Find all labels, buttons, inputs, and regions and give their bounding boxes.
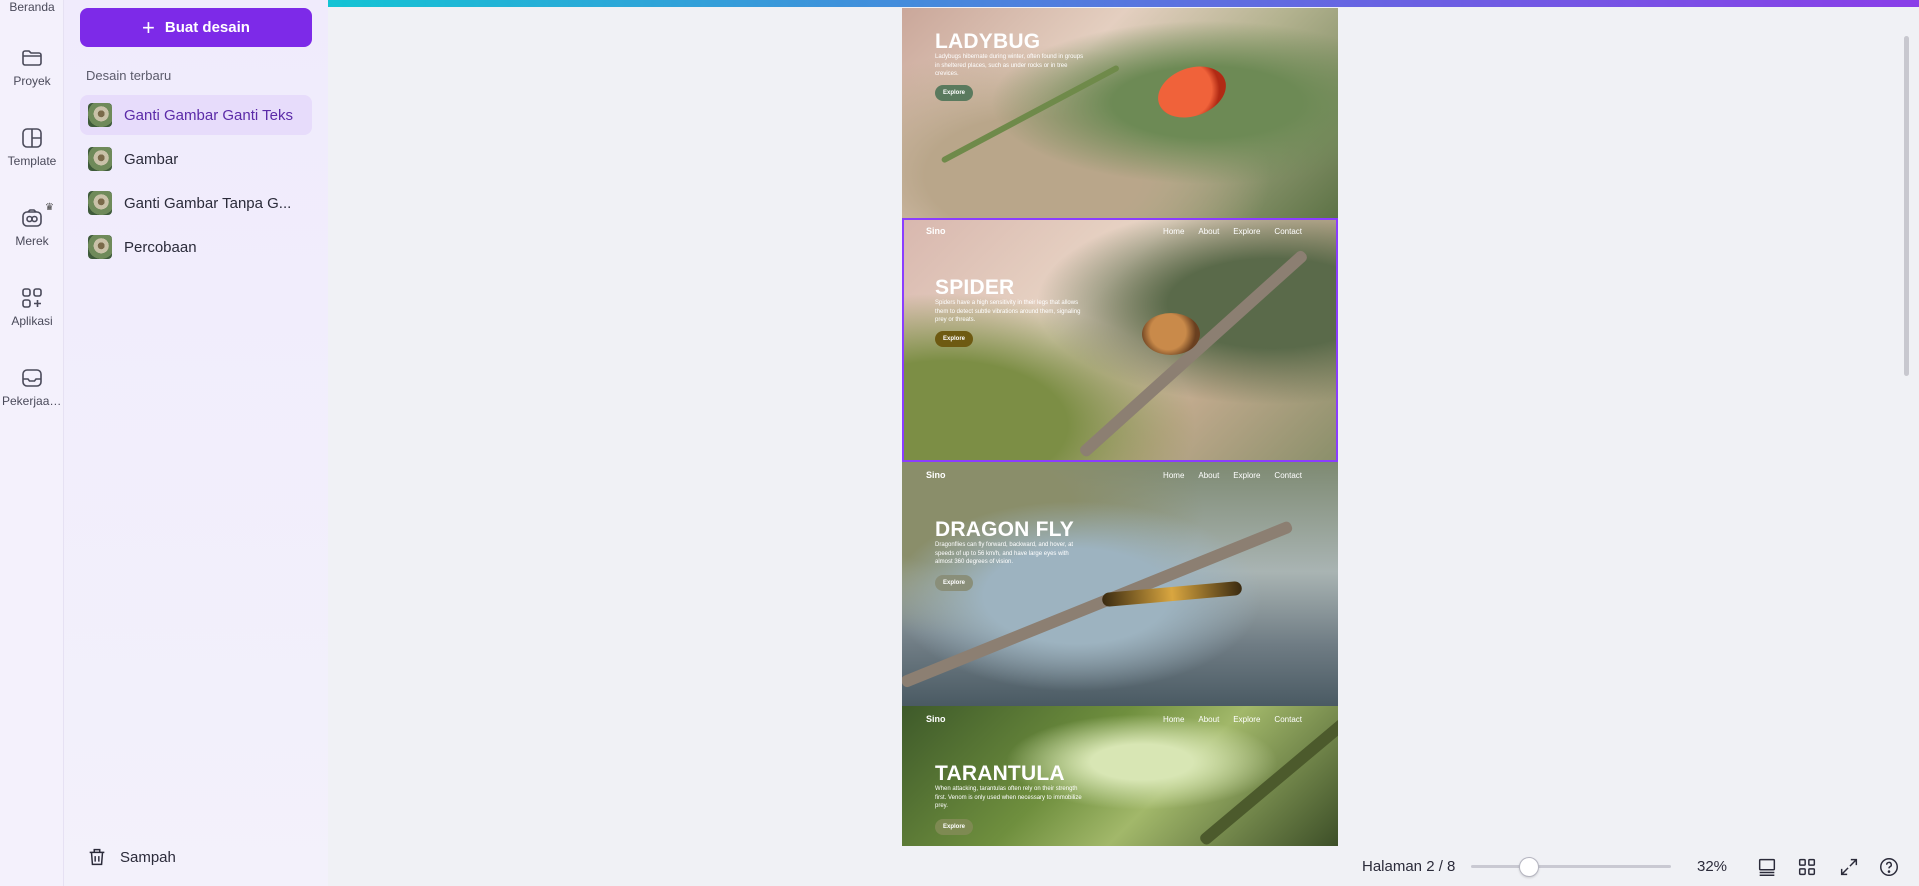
explore-button[interactable]: Explore	[935, 819, 974, 835]
rail-item-home[interactable]: Beranda	[0, 0, 64, 14]
inbox-icon	[22, 369, 42, 387]
design-page[interactable]: Sino Home About Explore Contact TARANTUL…	[902, 706, 1338, 846]
hero-title: SPIDER	[935, 276, 1015, 299]
hero-text: Dragonflies can fly forward, backward, a…	[935, 542, 1074, 566]
trash-link[interactable]: Sampah	[86, 846, 176, 868]
nav-link-about[interactable]: About	[1198, 715, 1219, 724]
bottom-bar: Halaman 2 / 8 32%	[1338, 852, 1919, 882]
create-design-button[interactable]: + Buat desain	[80, 8, 312, 47]
design-thumbnail	[88, 103, 112, 127]
recent-design-label: Ganti Gambar Tanpa G...	[124, 194, 292, 212]
brand-logo: Sino	[926, 470, 946, 480]
design-thumbnail	[88, 147, 112, 171]
recent-design-item[interactable]: Ganti Gambar Tanpa G...	[80, 183, 312, 223]
rail-item-label: Beranda	[9, 0, 55, 14]
page-nav: Home About Explore Contact	[1163, 715, 1302, 724]
rail-item-label: Template	[7, 154, 57, 168]
nav-link-explore[interactable]: Explore	[1233, 471, 1260, 480]
nav-link-contact[interactable]: Contact	[1274, 715, 1302, 724]
hero-title: DRAGON FLY	[935, 518, 1074, 541]
vertical-scrollbar[interactable]	[1904, 36, 1909, 376]
recent-design-label: Ganti Gambar Ganti Teks	[124, 106, 293, 124]
rail-item-apps[interactable]: Aplikasi	[0, 286, 64, 328]
brand-logo: Sino	[926, 714, 946, 724]
nav-link-home[interactable]: Home	[1163, 227, 1184, 236]
spider-image	[1142, 313, 1200, 355]
fullscreen-icon[interactable]	[1838, 856, 1860, 878]
design-thumbnail	[88, 191, 112, 215]
recent-design-label: Gambar	[124, 150, 179, 168]
zoom-slider-handle[interactable]	[1519, 857, 1539, 877]
brand-icon	[22, 209, 42, 227]
rail-item-label: Pekerjaan ...	[2, 394, 64, 408]
nav-link-home[interactable]: Home	[1163, 715, 1184, 724]
rail-item-label: Merek	[15, 234, 49, 248]
branch-image	[1198, 708, 1338, 846]
rail-item-label: Aplikasi	[11, 314, 53, 328]
top-accent-bar	[328, 0, 1919, 7]
branch-image	[1077, 248, 1309, 459]
explore-button[interactable]: Explore	[935, 85, 974, 101]
trash-label: Sampah	[120, 848, 176, 866]
plus-icon: +	[142, 14, 155, 40]
hero-text: When attacking, tarantulas often rely on…	[935, 786, 1082, 810]
apps-icon	[22, 288, 42, 308]
hero-text: Spiders have a high sensitivity in their…	[935, 300, 1081, 324]
explore-button[interactable]: Explore	[935, 331, 974, 347]
rail-item-inbox[interactable]: Pekerjaan ...	[0, 366, 64, 408]
rail-item-label: Proyek	[13, 74, 51, 88]
page-indicator[interactable]: Halaman 2 / 8	[1362, 858, 1455, 875]
page-nav: Home About Explore Contact	[1163, 471, 1302, 480]
recent-design-label: Percobaan	[124, 238, 197, 256]
left-rail: Beranda Proyek Template ♛ Merek Aplikasi…	[0, 0, 64, 886]
hero-title: LADYBUG	[935, 30, 1041, 53]
design-pages: LADYBUG Ladybugs hibernate during winter…	[902, 8, 1338, 846]
design-page[interactable]: LADYBUG Ladybugs hibernate during winter…	[902, 8, 1338, 218]
brand-logo: Sino	[926, 226, 946, 236]
page-nav: Home About Explore Contact	[1163, 227, 1302, 236]
dragonfly-image	[1101, 580, 1243, 608]
design-thumbnail	[88, 235, 112, 259]
nav-link-explore[interactable]: Explore	[1233, 227, 1260, 236]
leaf-stem	[940, 64, 1120, 164]
hero-title: TARANTULA	[935, 762, 1065, 785]
recent-design-item[interactable]: Percobaan	[80, 227, 312, 267]
explore-button[interactable]: Explore	[935, 575, 974, 591]
nav-link-contact[interactable]: Contact	[1274, 471, 1302, 480]
recent-design-item[interactable]: Gambar	[80, 139, 312, 179]
nav-link-home[interactable]: Home	[1163, 471, 1184, 480]
rail-item-projects[interactable]: Proyek	[0, 46, 64, 88]
recent-design-item[interactable]: Ganti Gambar Ganti Teks	[80, 95, 312, 135]
template-icon	[22, 128, 42, 148]
nav-link-explore[interactable]: Explore	[1233, 715, 1260, 724]
crown-icon: ♛	[45, 202, 54, 213]
notes-view-icon[interactable]	[1756, 856, 1778, 878]
zoom-value[interactable]: 32%	[1697, 858, 1727, 875]
recent-designs-title: Desain terbaru	[86, 68, 172, 83]
ladybug-image	[1150, 57, 1234, 127]
side-panel: + Buat desain Desain terbaru Ganti Gamba…	[64, 0, 328, 886]
folder-icon	[22, 50, 42, 66]
trash-icon	[89, 848, 105, 866]
nav-link-about[interactable]: About	[1198, 227, 1219, 236]
rail-item-template[interactable]: Template	[0, 126, 64, 168]
create-design-label: Buat desain	[164, 19, 250, 36]
nav-link-contact[interactable]: Contact	[1274, 227, 1302, 236]
hero-text: Ladybugs hibernate during winter, often …	[935, 54, 1084, 78]
design-page[interactable]: Sino Home About Explore Contact DRAGON F…	[902, 462, 1338, 706]
rail-item-brand[interactable]: ♛ Merek	[0, 202, 64, 248]
recent-designs-list: Ganti Gambar Ganti Teks Gambar Ganti Gam…	[80, 95, 312, 271]
grid-view-icon[interactable]	[1796, 856, 1818, 878]
zoom-slider-track[interactable]	[1471, 865, 1671, 868]
design-page-selected[interactable]: Sino Home About Explore Contact SPIDER S…	[902, 218, 1338, 462]
help-icon[interactable]	[1878, 856, 1900, 878]
nav-link-about[interactable]: About	[1198, 471, 1219, 480]
